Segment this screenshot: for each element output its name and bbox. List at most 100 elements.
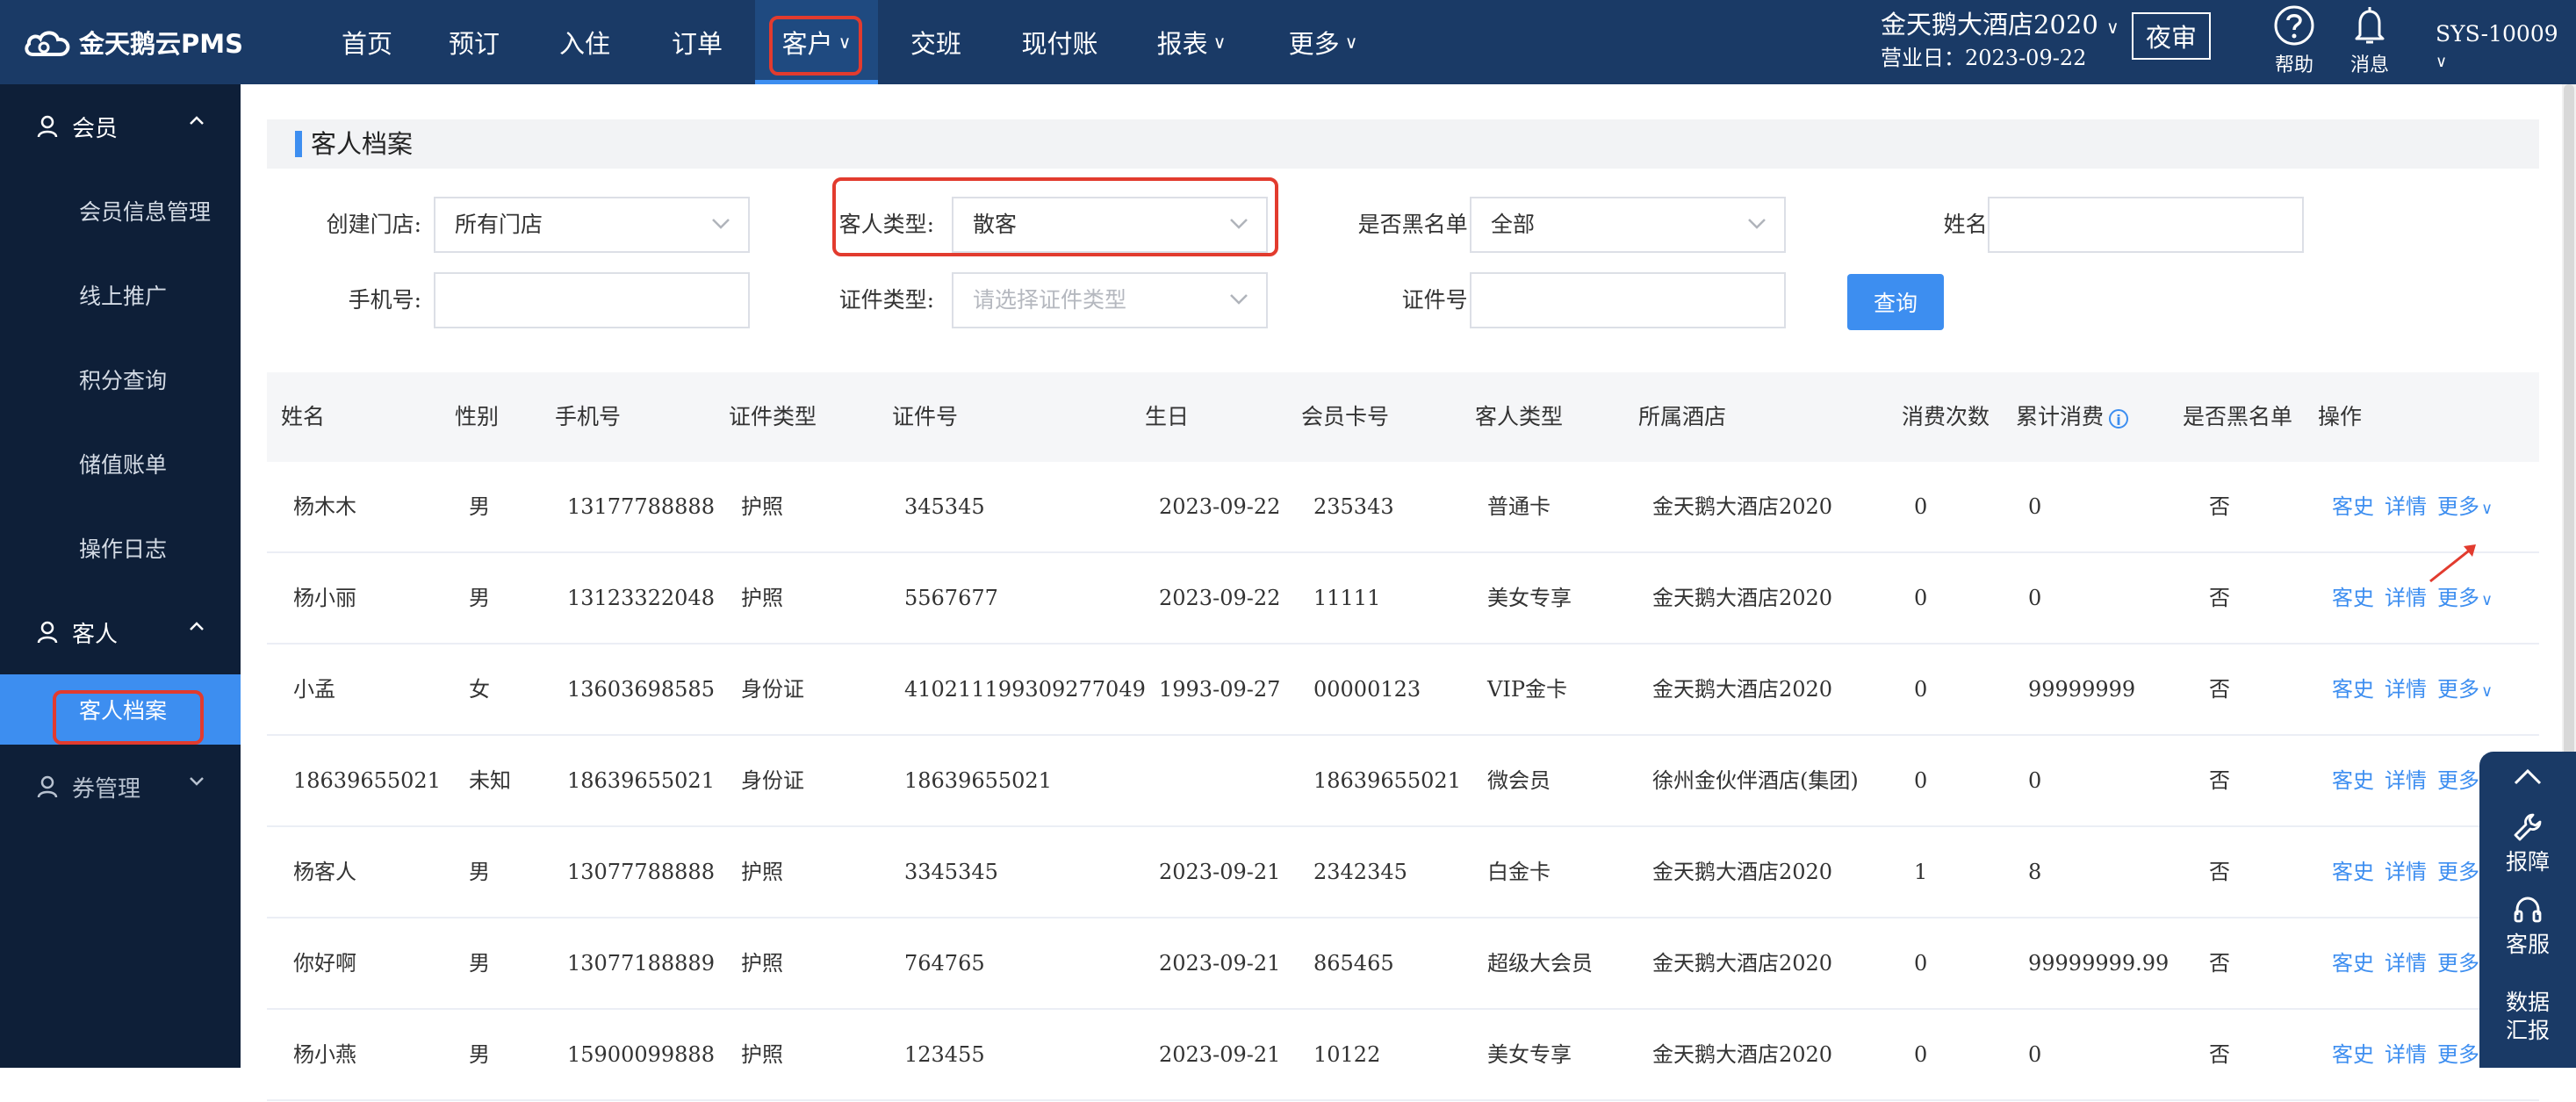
messages-button[interactable]: 消息 (2339, 0, 2400, 84)
id-number-input[interactable] (1470, 272, 1786, 328)
guest-history-link[interactable]: 客史 (2332, 462, 2374, 551)
cell-visit-count: 0 (1914, 951, 1928, 976)
store-select[interactable]: 所有门店 (434, 197, 750, 253)
sidebar-group-guests[interactable]: 客人 (0, 590, 241, 674)
user-menu[interactable]: SYS-10009 ∨ (2436, 21, 2576, 72)
guest-detail-link[interactable]: 详情 (2385, 462, 2427, 551)
wrench-icon (2514, 813, 2542, 841)
hotel-selector[interactable]: 金天鹅大酒店2020 ∨ 营业日：2023-09-22 (1881, 7, 2119, 74)
cell-hotel: 金天鹅大酒店2020 (1652, 860, 1833, 884)
phone-input[interactable] (434, 272, 750, 328)
data-report-button[interactable]: 数据 汇报 (2479, 989, 2576, 1045)
col-card-number: 会员卡号 (1301, 404, 1390, 429)
cell-blacklist: 否 (2209, 768, 2230, 793)
cell-blacklist: 否 (2209, 494, 2230, 519)
help-button[interactable]: 帮助 (2263, 0, 2325, 84)
sidebar-item-guest-profiles[interactable]: 客人档案 (0, 674, 241, 745)
collapse-panel-button[interactable] (2479, 764, 2576, 790)
cell-id-type: 护照 (741, 951, 783, 976)
chevron-down-icon (712, 219, 730, 229)
floating-tool-panel: 报障 客服 数据 汇报 (2479, 752, 2576, 1068)
table-row: 杨木木 男 13177788888 护照 345345 2023-09-22 235343 普… (267, 462, 2539, 553)
blacklist-select[interactable]: 全部 (1470, 197, 1786, 253)
cell-guest-name: 杨小丽 (293, 586, 356, 610)
cell-hotel: 金天鹅大酒店2020 (1652, 1042, 1833, 1067)
help-label: 帮助 (2274, 54, 2313, 76)
col-gender: 性别 (455, 404, 500, 429)
cell-card-number: 2342345 (1313, 860, 1407, 884)
cell-guest-name: 杨客人 (293, 860, 356, 884)
guest-detail-link[interactable]: 详情 (2385, 1010, 2427, 1099)
chevron-up-icon (190, 116, 204, 125)
guest-history-link[interactable]: 客史 (2332, 918, 2374, 1008)
guest-detail-link[interactable]: 详情 (2385, 645, 2427, 734)
help-icon (2274, 5, 2314, 46)
nav-reservation[interactable]: 预订 (418, 0, 530, 84)
cell-phone: 13177788888 (567, 494, 715, 519)
messages-label: 消息 (2349, 54, 2389, 76)
cell-guest-type: 微会员 (1487, 768, 1551, 793)
cell-birthday: 2023-09-22 (1159, 494, 1281, 519)
guest-history-link[interactable]: 客史 (2332, 827, 2374, 917)
guest-history-link[interactable]: 客史 (2332, 645, 2374, 734)
cell-card-number: 10122 (1313, 1042, 1381, 1067)
cell-guest-name: 小孟 (293, 677, 335, 702)
sidebar-item-stored-value-bills[interactable]: 储值账单 (0, 421, 241, 506)
guest-detail-link[interactable]: 详情 (2385, 918, 2427, 1008)
cell-id-type: 身份证 (741, 677, 804, 702)
more-actions-link[interactable]: 更多∨ (2437, 645, 2493, 734)
sidebar-item-operation-log[interactable]: 操作日志 (0, 506, 241, 590)
nav-checkin[interactable]: 入住 (530, 0, 639, 84)
chevron-up-icon (2514, 768, 2542, 785)
nav-reports[interactable]: 报表 ∨ (1126, 0, 1257, 84)
table-header: 姓名 性别 手机号 证件类型 证件号 生日 会员卡号 客人类型 所属酒店 消费次… (267, 372, 2539, 462)
guest-history-link[interactable]: 客史 (2332, 1010, 2374, 1099)
col-birthday: 生日 (1145, 404, 1190, 429)
nav-cash-account[interactable]: 现付账 (994, 0, 1126, 84)
report-issue-button[interactable]: 报障 (2479, 810, 2576, 876)
sidebar-group-coupons[interactable]: 券管理 (0, 745, 241, 829)
guest-type-select[interactable]: 散客 (952, 197, 1268, 253)
sidebar-group-label: 会员 (72, 115, 119, 142)
sidebar-group-members[interactable]: 会员 (0, 84, 241, 169)
cell-total-spend: 0 (2028, 1042, 2042, 1067)
guest-detail-link[interactable]: 详情 (2385, 736, 2427, 825)
cell-id-number: 764765 (904, 951, 985, 976)
cell-hotel: 金天鹅大酒店2020 (1652, 586, 1833, 610)
cell-gender: 男 (469, 951, 490, 976)
guest-history-link[interactable]: 客史 (2332, 553, 2374, 643)
nav-shift[interactable]: 交班 (878, 0, 994, 84)
chevron-up-icon (190, 622, 204, 630)
cell-total-spend: 0 (2028, 494, 2042, 519)
guest-detail-link[interactable]: 详情 (2385, 827, 2427, 917)
user-icon (37, 621, 58, 644)
customer-service-button[interactable]: 客服 (2479, 892, 2576, 959)
nav-home[interactable]: 首页 (316, 0, 418, 84)
cell-visit-count: 1 (1914, 860, 1928, 884)
sidebar-item-online-promotion[interactable]: 线上推广 (0, 253, 241, 337)
nav-customers[interactable]: 客户 ∨ (755, 0, 878, 84)
night-audit-button[interactable]: 夜审 (2132, 12, 2211, 60)
guest-detail-link[interactable]: 详情 (2385, 553, 2427, 643)
table-row: 杨客人 男 13077788888 护照 3345345 2023-09-21 234234… (267, 827, 2539, 918)
chevron-down-icon (1748, 219, 1766, 229)
app-logo[interactable]: 金天鹅云PMS (23, 19, 243, 65)
id-type-select[interactable]: 请选择证件类型 (952, 272, 1268, 328)
table-row: 小孟 女 13603698585 身份证 410211199309277049 1993-… (267, 645, 2539, 736)
sidebar-group-label: 客人 (72, 621, 119, 648)
nav-orders[interactable]: 订单 (639, 0, 755, 84)
cell-card-number: 18639655021 (1313, 768, 1461, 793)
cell-visit-count: 0 (1914, 768, 1928, 793)
sidebar-item-points-query[interactable]: 积分查询 (0, 337, 241, 421)
name-input[interactable] (1988, 197, 2304, 253)
table-row: 杨小丽 男 13123322048 护照 5567677 2023-09-22 11111 美… (267, 553, 2539, 645)
user-icon (37, 775, 58, 798)
col-name: 姓名 (281, 404, 326, 429)
info-icon[interactable]: i (2109, 408, 2129, 429)
col-total-spend: 累计消费 i (2016, 372, 2129, 462)
guest-history-link[interactable]: 客史 (2332, 736, 2374, 825)
nav-more[interactable]: 更多 ∨ (1257, 0, 1389, 84)
col-id-number: 证件号 (892, 404, 959, 429)
query-button[interactable]: 查询 (1847, 274, 1944, 330)
sidebar-item-member-info[interactable]: 会员信息管理 (0, 169, 241, 253)
